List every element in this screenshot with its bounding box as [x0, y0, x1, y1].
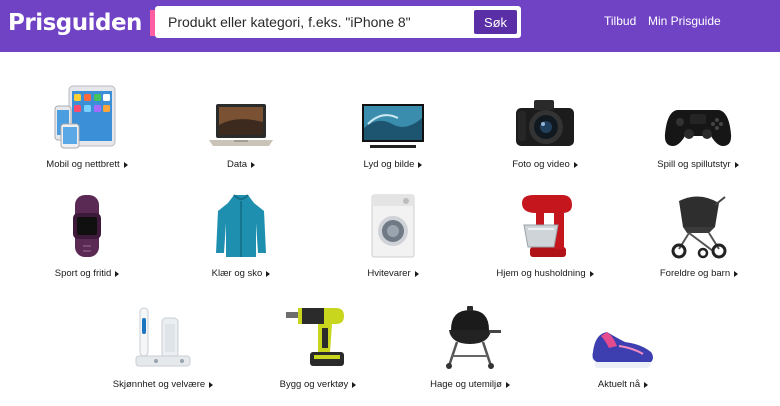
search-box: Søk — [155, 6, 521, 38]
caret-right-icon — [644, 381, 649, 388]
tablet-phone-icon — [47, 82, 127, 150]
caret-right-icon — [251, 161, 256, 168]
category-klaer-og-sko[interactable]: Klær og sko — [198, 191, 284, 279]
category-foreldre-og-barn[interactable]: Foreldre og barn — [652, 191, 746, 279]
caret-right-icon — [734, 161, 739, 168]
category-bygg-og-verktoy[interactable]: Bygg og verktøy — [270, 302, 366, 390]
stand-mixer-icon — [505, 191, 585, 259]
category-label: Data — [227, 159, 256, 170]
category-hage-og-utemiljo[interactable]: Hage og utemiljø — [420, 302, 520, 390]
category-label: Bygg og verktøy — [280, 379, 357, 390]
caret-right-icon — [505, 381, 510, 388]
category-label: Foto og video — [512, 159, 578, 170]
category-lyd-og-bilde[interactable]: Lyd og bilde — [350, 82, 436, 170]
caret-right-icon — [123, 161, 128, 168]
category-label: Hage og utemiljø — [430, 379, 510, 390]
jacket-icon — [201, 191, 281, 259]
caret-right-icon — [352, 381, 357, 388]
category-label: Mobil og nettbrett — [46, 159, 128, 170]
logo[interactable]: Prisguiden — [8, 6, 168, 40]
drill-icon — [278, 302, 358, 370]
toothbrush-icon — [123, 302, 203, 370]
category-label: Foreldre og barn — [660, 268, 739, 279]
category-label: Hjem og husholdning — [496, 268, 594, 279]
category-label: Spill og spillutstyr — [657, 159, 739, 170]
category-data[interactable]: Data — [198, 82, 284, 170]
caret-right-icon — [266, 270, 271, 277]
camera-icon — [505, 82, 585, 150]
laptop-icon — [201, 82, 281, 150]
category-label: Lyd og bilde — [364, 159, 423, 170]
washing-machine-icon — [353, 191, 433, 259]
category-mobil-og-nettbrett[interactable]: Mobil og nettbrett — [44, 82, 130, 170]
category-sport-og-fritid[interactable]: Sport og fritid — [44, 191, 130, 279]
tv-icon — [353, 82, 433, 150]
category-label: Klær og sko — [212, 268, 271, 279]
sneaker-icon — [583, 302, 663, 370]
search-button[interactable]: Søk — [474, 10, 517, 34]
category-label: Hvitevarer — [367, 268, 419, 279]
caret-right-icon — [418, 161, 423, 168]
grill-icon — [430, 302, 510, 370]
category-aktuelt-na[interactable]: Aktuelt nå — [580, 302, 666, 390]
category-label: Sport og fritid — [55, 268, 120, 279]
stroller-icon — [659, 191, 739, 259]
category-label: Skjønnhet og velvære — [113, 379, 214, 390]
search-input[interactable] — [155, 6, 465, 38]
gamepad-icon — [658, 82, 738, 150]
fitness-tracker-icon — [47, 191, 127, 259]
category-skjonnhet-og-velvaere[interactable]: Skjønnhet og velvære — [108, 302, 218, 390]
category-spill-og-spillutstyr[interactable]: Spill og spillutstyr — [650, 82, 746, 170]
caret-right-icon — [573, 161, 578, 168]
caret-right-icon — [589, 270, 594, 277]
caret-right-icon — [115, 270, 120, 277]
nav-link-min-prisguide[interactable]: Min Prisguide — [648, 14, 721, 28]
category-hjem-og-husholdning[interactable]: Hjem og husholdning — [490, 191, 600, 279]
category-hvitevarer[interactable]: Hvitevarer — [350, 191, 436, 279]
category-foto-og-video[interactable]: Foto og video — [502, 82, 588, 170]
nav-link-tilbud[interactable]: Tilbud — [604, 14, 636, 28]
top-bar: Prisguiden Søk Tilbud Min Prisguide — [0, 0, 780, 52]
category-label: Aktuelt nå — [598, 379, 649, 390]
caret-right-icon — [414, 270, 419, 277]
logo-text: Prisguiden — [8, 10, 142, 36]
caret-right-icon — [734, 270, 739, 277]
caret-right-icon — [209, 381, 214, 388]
